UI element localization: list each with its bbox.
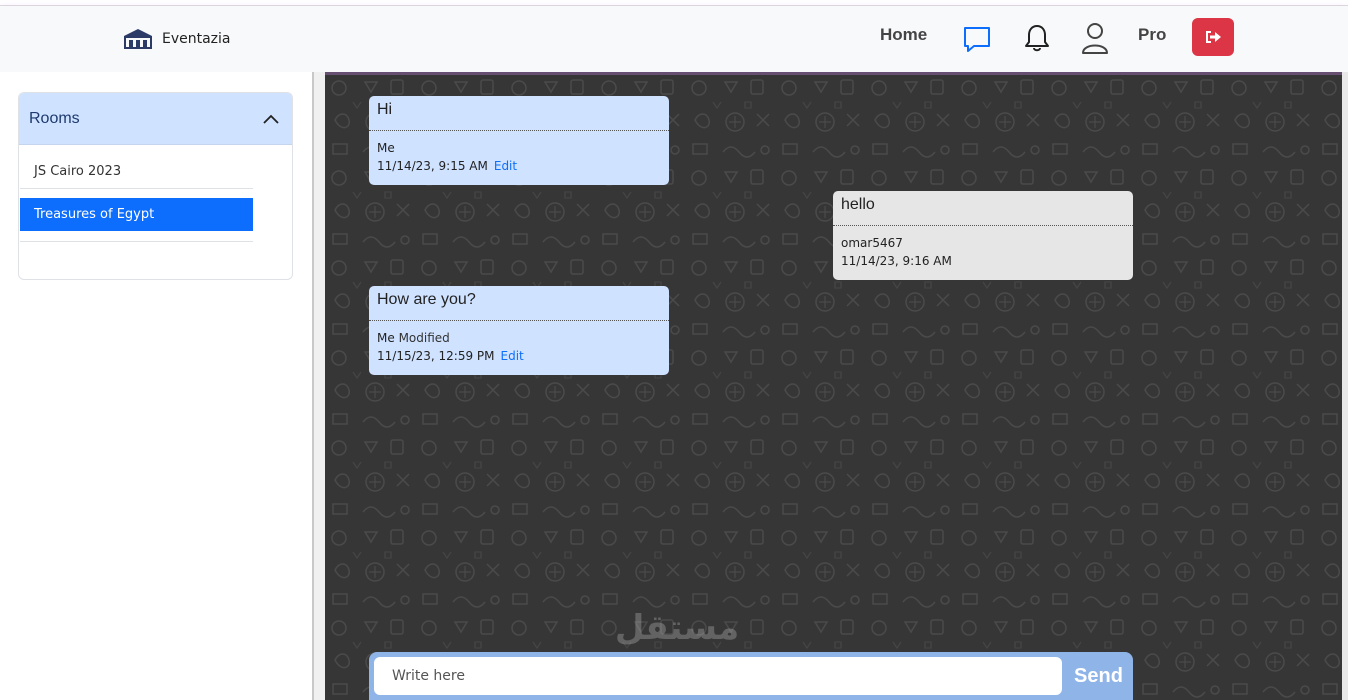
- nav-pro-link[interactable]: Pro: [1138, 25, 1166, 45]
- chat-icon[interactable]: [961, 23, 993, 55]
- message-input[interactable]: [374, 657, 1062, 695]
- rooms-title: Rooms: [29, 109, 80, 127]
- message-bubble: How are you? Me Modified 11/15/23, 12:59…: [369, 286, 669, 375]
- rooms-accordion-header[interactable]: Rooms: [19, 93, 292, 145]
- sidebar: Rooms JS Cairo 2023 Treasures of Egypt: [0, 72, 314, 700]
- message-meta: Me Modified 11/15/23, 12:59 PM Edit: [369, 321, 669, 375]
- message-meta: Me 11/14/23, 9:15 AM Edit: [369, 131, 669, 185]
- message-bubble: Hi Me 11/14/23, 9:15 AM Edit: [369, 96, 669, 185]
- room-list-divider: [20, 231, 253, 242]
- user-icon[interactable]: [1080, 21, 1110, 55]
- message-author: omar5467: [841, 236, 903, 250]
- message-timestamp: 11/14/23, 9:16 AM: [841, 254, 952, 268]
- message-author: Me: [377, 141, 395, 155]
- edit-message-link[interactable]: Edit: [501, 349, 524, 363]
- message-modified-label: Modified: [398, 331, 450, 345]
- sidebar-gutter: [314, 72, 325, 700]
- message-text: Hi: [369, 96, 669, 131]
- send-button[interactable]: Send: [1064, 657, 1133, 695]
- message-timestamp: 11/15/23, 12:59 PM: [377, 349, 495, 363]
- logout-icon: [1206, 31, 1221, 43]
- message-timestamp: 11/14/23, 9:15 AM: [377, 159, 488, 173]
- chat-top-border: [325, 72, 1342, 75]
- logout-button[interactable]: [1192, 18, 1234, 56]
- message-composer: Send: [369, 652, 1133, 700]
- page-scrollbar[interactable]: [1342, 72, 1348, 700]
- bell-icon[interactable]: [1023, 23, 1051, 53]
- navbar: Eventazia Home Pro: [0, 6, 1348, 72]
- room-item-treasures-of-egypt[interactable]: Treasures of Egypt: [20, 198, 253, 231]
- brand-name: Eventazia: [162, 31, 231, 47]
- edit-message-link[interactable]: Edit: [494, 159, 517, 173]
- message-text: hello: [833, 191, 1133, 226]
- room-item-js-cairo-2023[interactable]: JS Cairo 2023: [20, 155, 253, 189]
- message-bubble: hello omar5467 11/14/23, 9:16 AM: [833, 191, 1133, 280]
- chevron-up-icon[interactable]: [262, 113, 280, 125]
- message-author-line: Me Modified: [377, 329, 661, 347]
- building-icon: [124, 29, 152, 49]
- brand[interactable]: Eventazia: [122, 28, 231, 50]
- message-meta: omar5467 11/14/23, 9:16 AM: [833, 226, 1133, 280]
- room-list: JS Cairo 2023 Treasures of Egypt: [20, 155, 253, 242]
- nav-home-link[interactable]: Home: [880, 25, 927, 45]
- message-author: Me: [377, 331, 395, 345]
- message-text: How are you?: [369, 286, 669, 321]
